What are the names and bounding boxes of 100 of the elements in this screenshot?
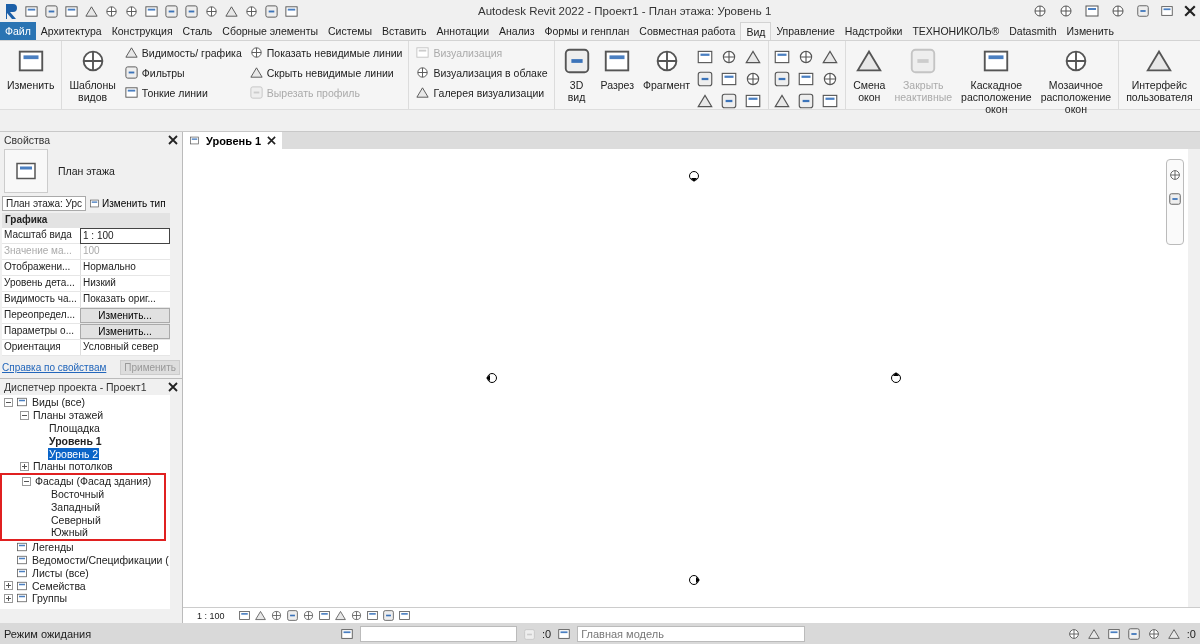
collapse-toggle[interactable]	[22, 476, 31, 486]
tree-item[interactable]: Уровень 2	[48, 447, 100, 460]
property-value: 100	[80, 244, 170, 259]
section-header[interactable]: Графика	[2, 213, 170, 228]
ribbon-button[interactable]: Шаблоны видов	[66, 44, 119, 106]
property-label: Масштаб вида	[3, 228, 73, 242]
panel-title: Свойства	[4, 134, 51, 146]
ribbon-tab[interactable]: Конструкция	[106, 22, 178, 40]
close-icon[interactable]	[168, 382, 178, 392]
workset-count: :0	[542, 628, 552, 640]
scrollbar[interactable]	[1188, 149, 1200, 607]
tree-item[interactable]: Восточный	[50, 487, 106, 500]
collapse-toggle[interactable]	[20, 410, 29, 420]
tree-item[interactable]: Уровень 1	[48, 434, 103, 447]
ribbon-button[interactable]: Интерфейс пользователя	[1123, 44, 1196, 106]
edit-button[interactable]: Изменить...	[80, 324, 170, 339]
tool-icon	[415, 65, 431, 80]
navigation-bar[interactable]	[1166, 159, 1184, 245]
selection-icon	[1146, 627, 1161, 641]
ribbon-button[interactable]: Тонкие линии	[121, 84, 244, 101]
property-label: Отображени...	[3, 260, 72, 274]
ribbon-tab[interactable]: Вставить	[377, 22, 432, 40]
property-label: Значение ма...	[3, 244, 73, 258]
ribbon-tab[interactable]: Анализ	[494, 22, 540, 40]
tree-item[interactable]: Фасады (Фасад здания)	[34, 475, 153, 488]
tree-item[interactable]: Площадка	[48, 422, 101, 434]
tree-item[interactable]: Южный	[50, 526, 89, 539]
type-name[interactable]: План этажа	[58, 165, 178, 177]
tree-item[interactable]: Группы	[31, 592, 68, 605]
ribbon-button[interactable]: Фрагмент	[640, 44, 694, 94]
expand-toggle[interactable]	[20, 461, 29, 471]
tree-item[interactable]: Западный	[50, 500, 102, 513]
ribbon-tab[interactable]: Архитектура	[35, 22, 107, 40]
tool-icon	[797, 70, 816, 88]
property-value: Низкий	[80, 276, 170, 291]
ribbon-tab[interactable]: Datasmith	[1004, 22, 1062, 40]
view-tab[interactable]: Уровень 1	[183, 132, 283, 149]
property-label: Уровень дета...	[3, 276, 76, 290]
edit-button[interactable]: Изменить...	[80, 308, 170, 323]
ribbon-button[interactable]: Галерея визуализации	[413, 84, 550, 101]
close-icon[interactable]	[168, 135, 178, 145]
ribbon-tab[interactable]: Вид	[740, 22, 772, 40]
ribbon-button[interactable]: Видимость/ графика	[121, 44, 244, 61]
app-logo-icon[interactable]	[4, 2, 19, 20]
ribbon-tab[interactable]: Системы	[323, 22, 377, 40]
tree-item[interactable]: Легенды	[31, 541, 75, 554]
workset-field[interactable]	[360, 626, 517, 642]
view-scale[interactable]: 1 : 100	[197, 610, 225, 621]
ribbon-button[interactable]: Скрыть невидимые линии	[246, 64, 405, 81]
ribbon-tab[interactable]: Сталь	[177, 22, 218, 40]
close-icon[interactable]	[1184, 5, 1196, 17]
tree-item[interactable]: Планы потолков	[32, 460, 114, 473]
design-option-field[interactable]: Главная модель	[577, 626, 806, 642]
selection-icon	[1126, 627, 1141, 641]
tool-icon	[696, 70, 715, 88]
edit-type-button[interactable]: Изменить тип	[89, 198, 166, 209]
tool-icon	[821, 48, 840, 66]
ribbon-button[interactable]: Изменить	[4, 44, 58, 94]
property-label: Ориентация	[3, 340, 62, 354]
instance-selector[interactable]: План этажа: Урс	[2, 196, 87, 211]
tool-icon	[773, 48, 792, 66]
expand-toggle[interactable]	[4, 581, 13, 591]
property-input[interactable]: 1 : 100	[80, 228, 170, 244]
ribbon-tab[interactable]: Управление	[771, 22, 840, 40]
ribbon-button[interactable]: Показать невидимые линии	[246, 44, 405, 61]
close-icon[interactable]	[267, 136, 277, 145]
ribbon-button[interactable]: Смена окон	[850, 44, 889, 106]
tree-item[interactable]: Планы этажей	[32, 409, 105, 422]
elevation-marker[interactable]	[688, 574, 700, 586]
ribbon-button[interactable]: Разрез	[597, 44, 637, 94]
ribbon-tab[interactable]: Формы и генплан	[539, 22, 635, 40]
collapse-toggle[interactable]	[4, 397, 13, 407]
property-value: Нормально	[80, 260, 170, 275]
ribbon-tab[interactable]: Изменить	[1061, 22, 1119, 40]
ribbon-button[interactable]: Фильтры	[121, 64, 244, 81]
ribbon-tab[interactable]: Надстройки	[839, 22, 908, 40]
tree-item[interactable]: Листы (все)	[31, 566, 90, 579]
elevation-marker[interactable]	[486, 372, 498, 384]
tree-item[interactable]: Ведомости/Спецификации (	[31, 553, 170, 566]
plan-icon	[189, 135, 200, 146]
tool-icon	[720, 70, 739, 88]
ribbon-tab[interactable]: Файл	[0, 22, 36, 40]
property-value: Условный север	[80, 340, 170, 355]
elevation-marker[interactable]	[688, 170, 700, 182]
tree-item[interactable]: Виды (все)	[31, 396, 86, 409]
elevation-marker[interactable]	[890, 372, 902, 384]
tool-icon	[415, 45, 431, 60]
ribbon-tab[interactable]: Совместная работа	[634, 22, 741, 40]
ribbon-button[interactable]: 3D вид	[558, 44, 595, 106]
ribbon-tab[interactable]: ТЕХНОНИКОЛЬ®	[907, 22, 1005, 40]
view-control-icon	[285, 609, 299, 622]
tree-item[interactable]: Семейства	[31, 579, 87, 592]
help-link[interactable]: Справка по свойствам	[2, 361, 107, 373]
ribbon-tab[interactable]: Сборные элементы	[217, 22, 323, 40]
ribbon-tab[interactable]: Аннотации	[431, 22, 495, 40]
expand-toggle[interactable]	[4, 593, 13, 603]
ribbon-button[interactable]: Визуализация в облаке	[413, 64, 550, 81]
property-label: Параметры о...	[3, 324, 75, 338]
tool-icon	[123, 45, 139, 60]
tree-item[interactable]: Северный	[50, 513, 102, 526]
